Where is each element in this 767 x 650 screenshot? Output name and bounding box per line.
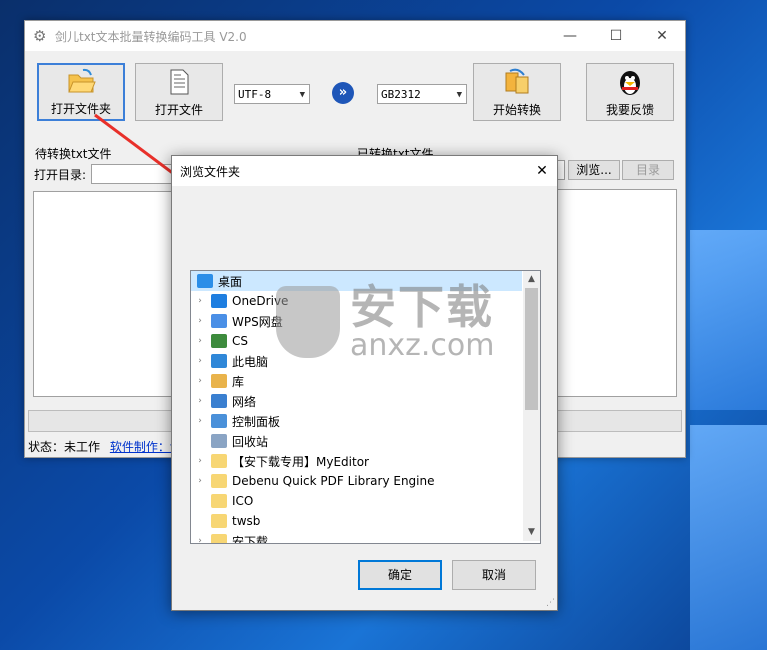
tree-item[interactable]: › Debenu Quick PDF Library Engine (191, 471, 522, 491)
scroll-down-icon[interactable]: ▼ (523, 524, 540, 541)
tree-item-label: 网络 (232, 394, 257, 409)
chevron-right-icon[interactable]: › (193, 416, 207, 426)
chevron-right-icon[interactable]: › (193, 396, 207, 406)
scroll-up-icon[interactable]: ▲ (523, 271, 540, 288)
tree-item[interactable]: › 控制面板 (191, 411, 522, 431)
folder-icon (211, 534, 227, 543)
folder-icon (211, 494, 227, 508)
tree-item[interactable]: 回收站 (191, 431, 522, 451)
user-icon (211, 334, 227, 348)
chevron-right-icon[interactable]: › (193, 336, 207, 346)
watermark: 安下载 anxz.com (276, 283, 495, 361)
tree-item-label: 安下载 (232, 534, 269, 544)
tree-item-label: 控制面板 (232, 414, 281, 429)
cloud-outline-icon (211, 314, 227, 328)
chevron-right-icon[interactable]: › (193, 316, 207, 326)
tree-item[interactable]: twsb (191, 511, 522, 531)
cancel-button[interactable]: 取消 (452, 560, 536, 590)
tree-item-label: 【安下载专用】MyEditor (232, 454, 369, 469)
folder-icon (211, 474, 227, 488)
watermark-en: anxz.com (350, 328, 495, 363)
dialog-title-bar: 浏览文件夹 ✕ (172, 156, 557, 186)
tree-scrollbar[interactable]: ▲ ▼ (523, 271, 540, 541)
folder-icon (211, 514, 227, 528)
chevron-right-icon[interactable]: › (193, 476, 207, 486)
chevron-right-icon[interactable]: › (193, 536, 207, 543)
tree-item-label: 库 (232, 374, 245, 389)
library-icon (211, 374, 227, 388)
folder-icon (211, 454, 227, 468)
tree-item[interactable]: ICO (191, 491, 522, 511)
tree-item[interactable]: › 库 (191, 371, 522, 391)
chevron-right-icon[interactable]: › (193, 456, 207, 466)
tree-item-label: ICO (232, 494, 254, 508)
resize-grip-icon[interactable]: ⋰ (546, 598, 555, 608)
browse-folder-dialog: 浏览文件夹 ✕ › 安下载 twsb ICO › Debenu Quick PDF Lib… (171, 155, 558, 611)
cloud-icon (211, 294, 227, 308)
ok-button[interactable]: 确定 (358, 560, 442, 590)
watermark-cn: 安下载 (350, 280, 494, 334)
recycle-bin-icon (211, 434, 227, 448)
scroll-thumb[interactable] (525, 288, 538, 410)
dialog-title: 浏览文件夹 (180, 164, 241, 179)
tree-item[interactable]: › 网络 (191, 391, 522, 411)
tree-item[interactable]: › 【安下载专用】MyEditor (191, 451, 522, 471)
tree-item-label: 桌面 (218, 274, 243, 289)
dialog-close-button[interactable]: ✕ (527, 163, 557, 179)
chevron-right-icon[interactable]: › (193, 296, 207, 306)
network-icon (211, 394, 227, 408)
tree-item-label: Debenu Quick PDF Library Engine (232, 474, 435, 488)
chevron-right-icon[interactable]: › (193, 376, 207, 386)
tree-item-label: 回收站 (232, 434, 269, 449)
computer-icon (211, 354, 227, 368)
control-panel-icon (211, 414, 227, 428)
tree-item[interactable]: › 安下载 (191, 531, 522, 544)
tree-item-label: twsb (232, 514, 261, 528)
watermark-shield-icon (276, 286, 340, 358)
desktop-icon (197, 274, 213, 288)
tree-item-label: CS (232, 334, 248, 348)
chevron-right-icon[interactable]: › (193, 356, 207, 366)
tree-item-label: 此电脑 (232, 354, 269, 369)
